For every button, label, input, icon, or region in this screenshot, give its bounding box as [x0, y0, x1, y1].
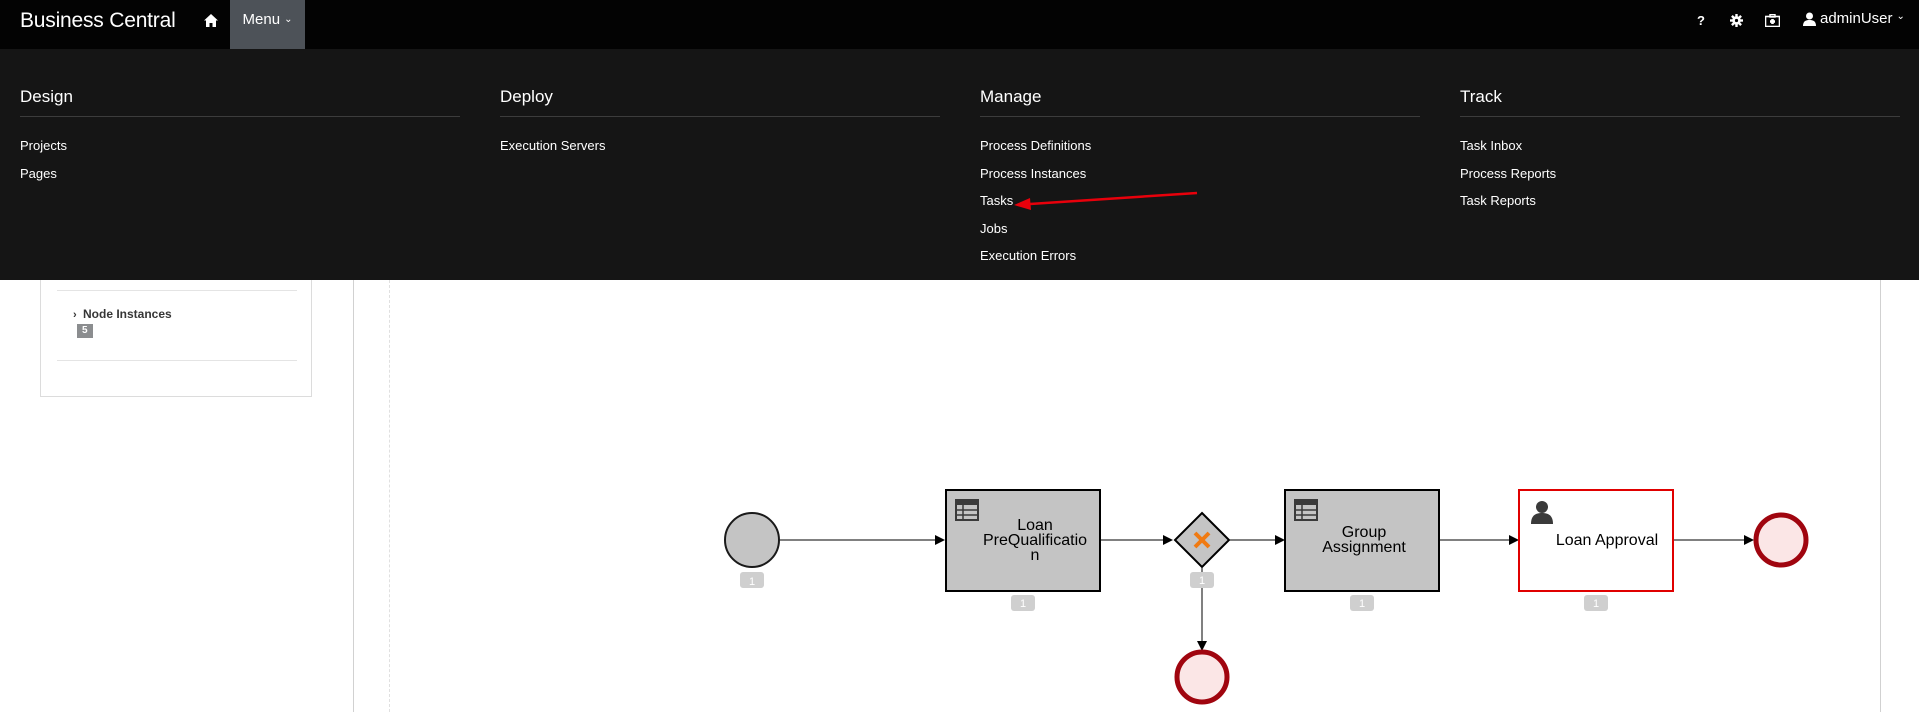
task-count: 1 — [1020, 598, 1026, 610]
task-label-line: n — [1031, 547, 1040, 564]
task-label-line: Assignment — [1322, 539, 1406, 556]
task-count: 1 — [1359, 598, 1365, 610]
task-label-line: Loan Approval — [1556, 532, 1658, 549]
start-event-count: 1 — [749, 576, 755, 588]
end-event[interactable] — [1174, 649, 1230, 705]
start-event[interactable] — [724, 512, 780, 568]
end-event[interactable] — [1753, 512, 1809, 568]
task-count: 1 — [1593, 598, 1599, 610]
gateway-count: 1 — [1199, 575, 1205, 587]
process-diagram: 1 Loan PreQualificatio n 1 1 Group Assig… — [724, 489, 1809, 705]
